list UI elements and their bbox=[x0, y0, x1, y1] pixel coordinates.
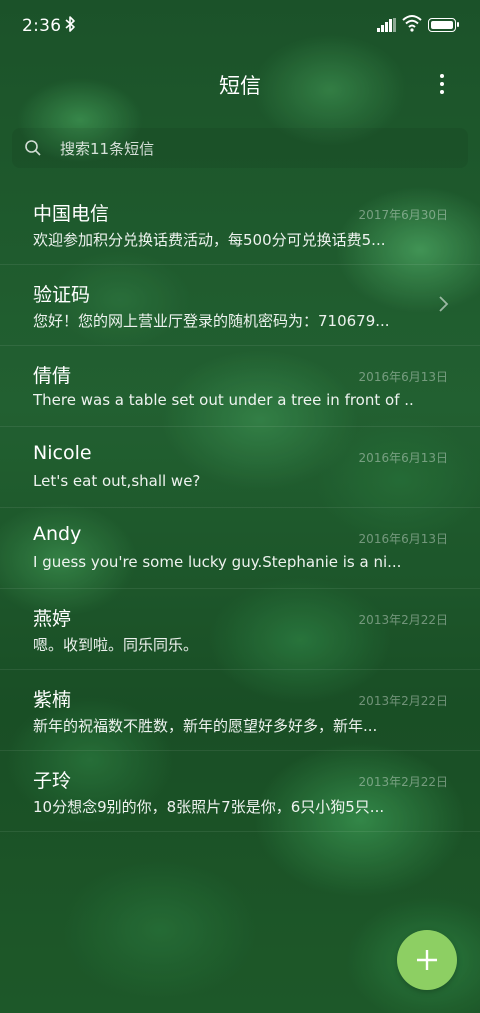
sender-name: 验证码 bbox=[33, 284, 91, 306]
sender-name: 倩倩 bbox=[33, 365, 72, 387]
message-preview: 欢迎参加积分兑换话费活动，每500分可兑换话费5... bbox=[33, 231, 386, 249]
status-bar: 2:36 bbox=[0, 0, 480, 52]
message-row[interactable]: 中国电信 2017年6月30日 欢迎参加积分兑换话费活动，每500分可兑换话费5… bbox=[0, 184, 480, 265]
battery-icon bbox=[428, 18, 459, 32]
message-row[interactable]: 子玲 2013年2月22日 10分想念9别的你，8张照片7张是你，6只小狗5只.… bbox=[0, 751, 480, 832]
page-title: 短信 bbox=[219, 74, 261, 98]
message-preview: 嗯。收到啦。同乐同乐。 bbox=[33, 636, 199, 654]
sender-name: 子玲 bbox=[33, 770, 72, 792]
message-date: 2013年2月22日 bbox=[358, 613, 448, 627]
message-date: 2016年6月13日 bbox=[358, 532, 448, 546]
message-preview: 您好！您的网上营业厅登录的随机密码为：710679... bbox=[33, 312, 390, 330]
sender-name: Nicole bbox=[33, 442, 92, 464]
plus-icon bbox=[397, 930, 457, 990]
bluetooth-icon bbox=[64, 15, 76, 37]
message-preview: 10分想念9别的你，8张照片7张是你，6只小狗5只... bbox=[33, 798, 385, 816]
more-vert-icon[interactable] bbox=[432, 72, 452, 96]
message-row[interactable]: Andy 2016年6月13日 I guess you're some luck… bbox=[0, 508, 480, 589]
message-row[interactable]: 紫楠 2013年2月22日 新年的祝福数不胜数，新年的愿望好多好多，新年... bbox=[0, 670, 480, 751]
search-input[interactable] bbox=[58, 134, 442, 164]
message-preview: 新年的祝福数不胜数，新年的愿望好多好多，新年... bbox=[33, 717, 378, 735]
chevron-right-icon bbox=[436, 295, 450, 313]
message-list: 中国电信 2017年6月30日 欢迎参加积分兑换话费活动，每500分可兑换话费5… bbox=[0, 184, 480, 832]
message-date: 2016年6月13日 bbox=[358, 370, 448, 384]
search-icon bbox=[24, 139, 42, 157]
sender-name: Andy bbox=[33, 523, 82, 545]
sender-name: 燕婷 bbox=[33, 608, 72, 630]
message-date: 2016年6月13日 bbox=[358, 451, 448, 465]
sender-name: 紫楠 bbox=[33, 689, 72, 711]
status-time: 2:36 bbox=[22, 16, 62, 36]
message-preview: Let's eat out,shall we? bbox=[33, 472, 201, 490]
message-row[interactable]: 验证码 您好！您的网上营业厅登录的随机密码为：710679... bbox=[0, 265, 480, 346]
message-date: 2017年6月30日 bbox=[358, 208, 448, 222]
signal-icon bbox=[377, 18, 397, 32]
wifi-icon bbox=[402, 14, 422, 32]
message-preview: I guess you're some lucky guy.Stephanie … bbox=[33, 553, 402, 571]
search-bar[interactable] bbox=[12, 128, 468, 168]
message-row[interactable]: 燕婷 2013年2月22日 嗯。收到啦。同乐同乐。 bbox=[0, 589, 480, 670]
message-date: 2013年2月22日 bbox=[358, 775, 448, 789]
message-row[interactable]: Nicole 2016年6月13日 Let's eat out,shall we… bbox=[0, 427, 480, 508]
message-date: 2013年2月22日 bbox=[358, 694, 448, 708]
sender-name: 中国电信 bbox=[33, 203, 110, 225]
message-row[interactable]: 倩倩 2016年6月13日 There was a table set out … bbox=[0, 346, 480, 427]
message-preview: There was a table set out under a tree i… bbox=[33, 391, 413, 409]
new-message-button[interactable] bbox=[397, 930, 457, 990]
